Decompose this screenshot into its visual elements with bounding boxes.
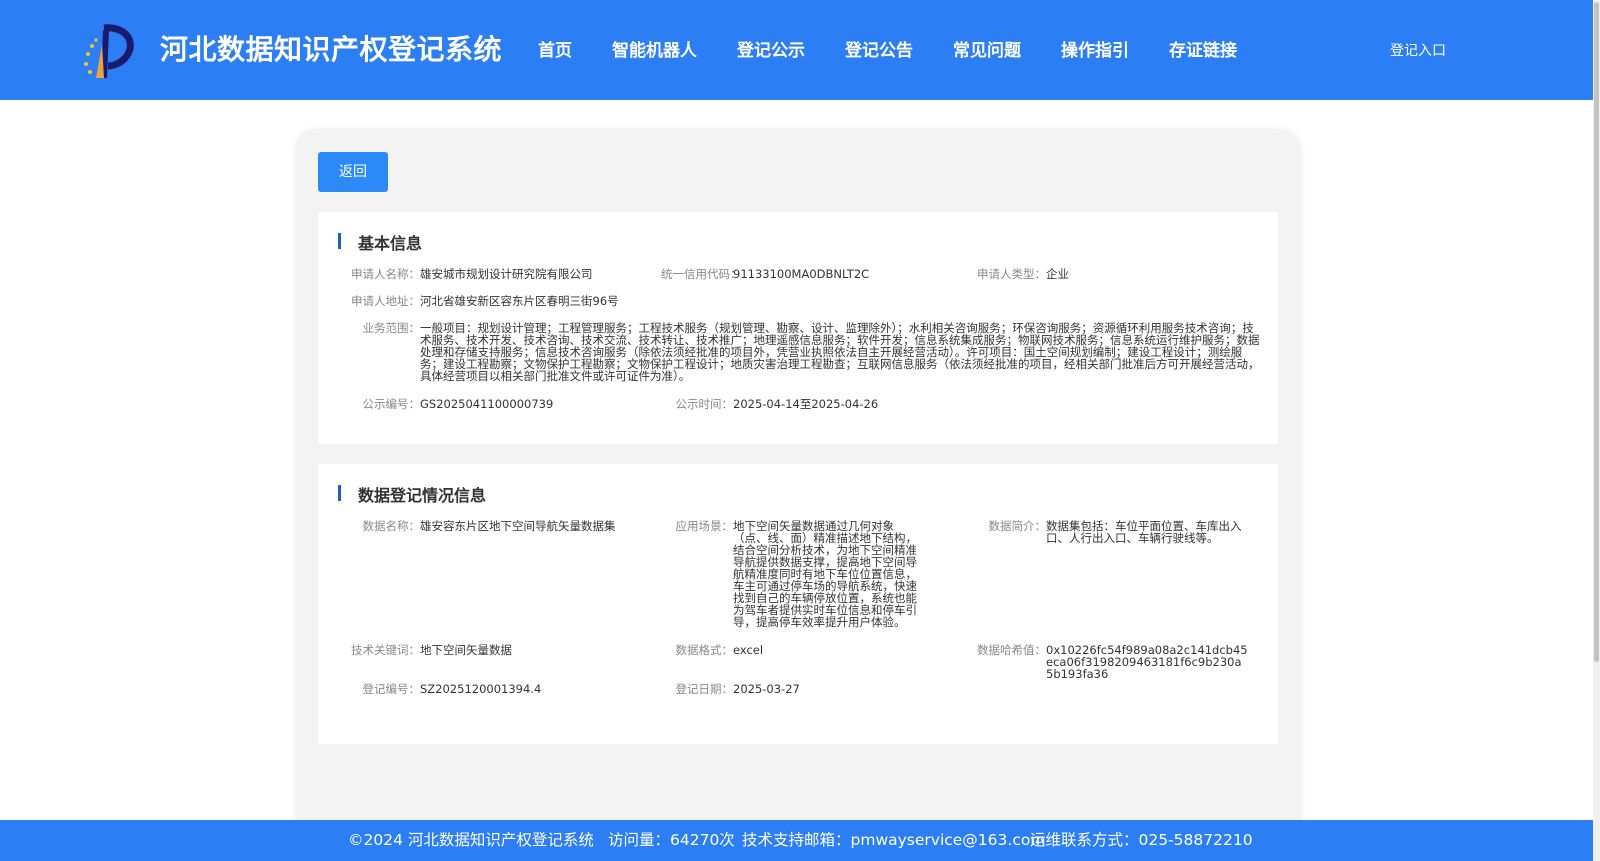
field-value: 企业 (1046, 267, 1069, 281)
footer-email: 技术支持邮箱：pmwayservice@163.com (742, 831, 1046, 849)
login-entry-link[interactable]: 登记入口 (1390, 40, 1446, 60)
field-label: 数据格式： (675, 643, 734, 657)
top-header: 河北数据知识产权登记系统 首页 智能机器人 登记公示 登记公告 常见问题 操作指… (0, 0, 1600, 100)
nav-faq[interactable]: 常见问题 (953, 36, 1021, 61)
field-value: 0x10226fc54f989a08a2c141dcb45eca06f31982… (1046, 643, 1248, 681)
field-label: 应用场景： (675, 519, 734, 533)
field-label: 申请人名称： (351, 267, 420, 281)
footer-visits: 访问量：64270次 (608, 831, 735, 849)
field-label: 登记日期： (675, 682, 734, 696)
footer-phone: 运维联系方式：025-58872210 (1030, 831, 1253, 849)
nav-home[interactable]: 首页 (538, 36, 572, 61)
field-value: 一般项目：规划设计管理；工程管理服务；工程技术服务（规划管理、勘察、设计、监理除… (420, 321, 1260, 383)
back-button[interactable]: 返回 (318, 152, 388, 192)
nav-guide[interactable]: 操作指引 (1061, 36, 1129, 61)
field-label: 数据名称： (362, 519, 421, 533)
field-value: 雄安容东片区地下空间导航矢量数据集 (420, 519, 616, 533)
scroll-thumb[interactable] (1594, 2, 1599, 662)
field-value: 数据集包括：车位平面位置、车库出入口、人行出入口、车辆行驶线等。 (1046, 519, 1242, 545)
field-label: 数据哈希值： (977, 643, 1046, 657)
nav-robot[interactable]: 智能机器人 (612, 36, 697, 61)
field-value: 雄安城市规划设计研究院有限公司 (420, 267, 593, 281)
vertical-scrollbar[interactable] (1593, 0, 1600, 861)
nav-publicity[interactable]: 登记公示 (737, 36, 805, 61)
field-label: 统一信用代码： (661, 267, 742, 281)
footer: ©2024 河北数据知识产权登记系统 访问量：64270次 技术支持邮箱：pmw… (0, 820, 1600, 861)
field-value: excel (733, 643, 764, 657)
field-value: 地下空间矢量数据 (420, 643, 512, 657)
field-value: 2025-03-27 (733, 682, 800, 696)
field-value: 91133100MA0DBNLT2C (733, 267, 870, 281)
field-value: SZ2025120001394.4 (420, 682, 542, 696)
data-registration-panel: 数据登记情况信息 数据名称： 雄安容东片区地下空间导航矢量数据集 应用场景： 地… (318, 464, 1278, 744)
basic-info-title: 基本信息 (338, 230, 422, 254)
field-label: 技术关键词： (351, 643, 420, 657)
nav-announcement[interactable]: 登记公告 (845, 36, 913, 61)
field-label: 申请人地址： (351, 294, 420, 308)
field-value: 河北省雄安新区容东片区春明三街96号 (420, 294, 619, 308)
site-title: 河北数据知识产权登记系统 (160, 33, 503, 66)
field-label: 业务范围： (362, 321, 421, 335)
field-label: 申请人类型： (977, 267, 1046, 281)
footer-copyright: ©2024 河北数据知识产权登记系统 (348, 831, 594, 849)
field-value: 2025-04-14至2025-04-26 (733, 397, 879, 411)
data-registration-title: 数据登记情况信息 (338, 482, 486, 506)
field-label: 登记编号： (362, 682, 421, 696)
nav-evidence-link[interactable]: 存证链接 (1169, 36, 1237, 61)
field-label: 公示编号： (362, 397, 421, 411)
field-value: GS2025041100000739 (420, 397, 554, 411)
logo-icon (84, 24, 134, 79)
field-label: 公示时间： (675, 397, 734, 411)
basic-info-panel: 基本信息 申请人名称： 雄安城市规划设计研究院有限公司 统一信用代码： 9113… (318, 212, 1278, 444)
field-value: 地下空间矢量数据通过几何对象（点、线、面）精准描述地下结构，结合空间分析技术，为… (733, 519, 917, 629)
field-label: 数据简介： (988, 519, 1047, 533)
